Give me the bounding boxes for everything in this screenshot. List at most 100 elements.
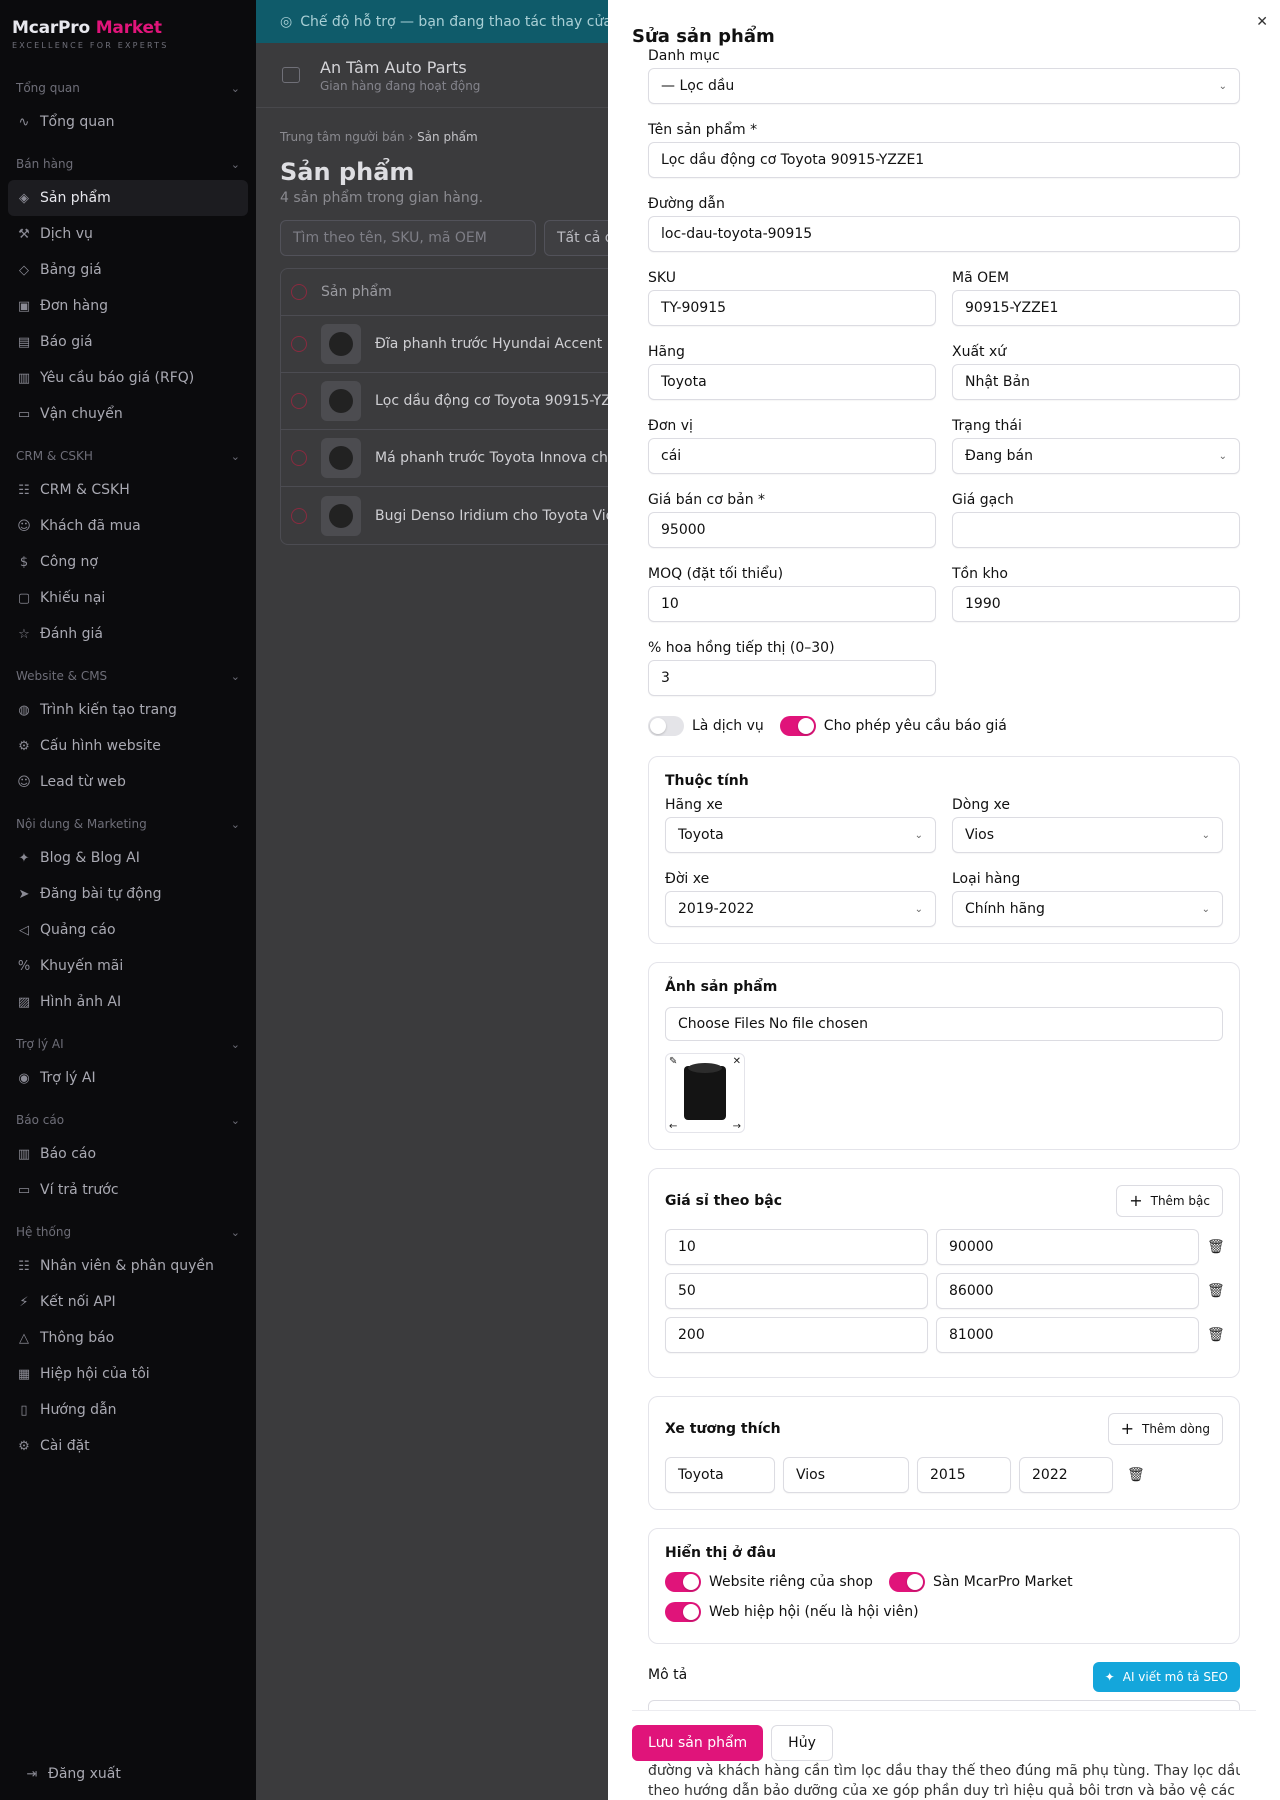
logout-button[interactable]: ⇥ Đăng xuất <box>16 1756 240 1792</box>
compat-from-input[interactable]: 2015 <box>917 1457 1011 1493</box>
moq-input[interactable]: 10 <box>648 586 936 622</box>
sidebar-toggle-icon[interactable] <box>282 67 300 83</box>
product-name-input[interactable]: Lọc dầu động cơ Toyota 90915-YZZE1 <box>648 142 1240 178</box>
sidebar-item[interactable]: ☺ Khách đã mua <box>8 508 248 544</box>
sidebar-item[interactable]: ☷ Nhân viên & phân quyền <box>8 1248 248 1284</box>
row-checkbox[interactable] <box>291 507 307 524</box>
sidebar-item[interactable]: △ Thông báo <box>8 1320 248 1356</box>
dollar-icon: $ <box>19 554 29 570</box>
trash-icon[interactable]: 🗑 <box>1207 1327 1225 1343</box>
car-year-select[interactable]: 2019-2022 ⌄ <box>665 891 936 927</box>
tier-price-input[interactable]: 81000 <box>936 1317 1199 1353</box>
sidebar-item[interactable]: ⚙ Cài đặt <box>8 1428 248 1464</box>
nav-group-header[interactable]: Báo cáo ⌄ <box>0 1104 256 1136</box>
sidebar-item[interactable]: ⚒ Dịch vụ <box>8 216 248 252</box>
affiliate-input[interactable]: 3 <box>648 660 936 696</box>
slug-input[interactable]: loc-dau-toyota-90915 <box>648 216 1240 252</box>
unit-input[interactable]: cái <box>648 438 936 474</box>
oem-input[interactable]: 90915-YZZE1 <box>952 290 1240 326</box>
sidebar-item[interactable]: ◍ Trình kiến tạo trang <box>8 692 248 728</box>
row-checkbox[interactable] <box>291 450 307 466</box>
tier-qty-input[interactable]: 10 <box>665 1229 928 1265</box>
sidebar-item[interactable]: ☷ CRM & CSKH <box>8 472 248 508</box>
strike-price-input[interactable] <box>952 512 1240 548</box>
sidebar-item[interactable]: ▦ Hiệp hội của tôi <box>8 1356 248 1392</box>
close-icon[interactable]: ✕ <box>1256 14 1268 30</box>
arrow-right-icon[interactable]: → <box>733 1121 741 1132</box>
chevron-down-icon: ⌄ <box>230 1037 240 1051</box>
tier-qty-input[interactable]: 200 <box>665 1317 928 1353</box>
nav-group-header[interactable]: Trợ lý AI ⌄ <box>0 1028 256 1060</box>
compat-to-input[interactable]: 2022 <box>1019 1457 1113 1493</box>
tier-qty-input[interactable]: 50 <box>665 1273 928 1309</box>
goods-type-select[interactable]: Chính hãng ⌄ <box>952 891 1223 927</box>
car-model-select[interactable]: Vios ⌄ <box>952 817 1223 853</box>
sidebar-item[interactable]: ▥ Báo cáo <box>8 1136 248 1172</box>
sidebar-item[interactable]: ∿ Tổng quan <box>8 104 248 140</box>
magic-wand-icon[interactable]: ✎ <box>669 1056 677 1067</box>
price-input[interactable]: 95000 <box>648 512 936 548</box>
sidebar-item[interactable]: ☺ Lead từ web <box>8 764 248 800</box>
trash-icon[interactable]: 🗑 <box>1207 1283 1225 1299</box>
arrow-left-icon[interactable]: ← <box>669 1121 677 1132</box>
sidebar-item[interactable]: ◉ Trợ lý AI <box>8 1060 248 1096</box>
nav-group-header[interactable]: Nội dung & Marketing ⌄ <box>0 808 256 840</box>
tier-price-input[interactable]: 86000 <box>936 1273 1199 1309</box>
nav-group-header[interactable]: Bán hàng ⌄ <box>0 148 256 180</box>
compat-make-input[interactable]: Toyota <box>665 1457 775 1493</box>
nav-group-header[interactable]: Hệ thống ⌄ <box>0 1216 256 1248</box>
choose-files-button[interactable]: Choose Files <box>678 1016 765 1032</box>
sidebar-item[interactable]: ⚙ Cấu hình website <box>8 728 248 764</box>
add-compat-row-button[interactable]: + Thêm dòng <box>1107 1413 1223 1445</box>
sidebar-item[interactable]: ▣ Đơn hàng <box>8 288 248 324</box>
sidebar-item[interactable]: ➤ Đăng bài tự động <box>8 876 248 912</box>
shop-site-toggle[interactable] <box>665 1572 701 1592</box>
sidebar-item[interactable]: ◇ Bảng giá <box>8 252 248 288</box>
ai-seo-description-button[interactable]: ✦ AI viết mô tả SEO <box>1092 1662 1240 1692</box>
brand-logo[interactable]: McarPro Market EXCELLENCE FOR EXPERTS <box>0 0 256 50</box>
add-tier-button[interactable]: + Thêm bậc <box>1116 1185 1223 1217</box>
save-product-button[interactable]: Lưu sản phẩm <box>632 1725 764 1761</box>
breadcrumb-seller-center[interactable]: Trung tâm người bán <box>280 130 405 144</box>
tier-price-input[interactable]: 90000 <box>936 1229 1199 1265</box>
nav-group-header[interactable]: Tổng quan ⌄ <box>0 72 256 104</box>
sidebar-item[interactable]: ▭ Vận chuyển <box>8 396 248 432</box>
origin-input[interactable]: Nhật Bản <box>952 364 1240 400</box>
trash-icon[interactable]: 🗑 <box>1127 1467 1145 1483</box>
select-all-checkbox[interactable] <box>291 284 307 300</box>
status-select[interactable]: Đang bán ⌄ <box>952 438 1240 474</box>
product-search-input[interactable]: Tìm theo tên, SKU, mã OEM <box>280 220 536 256</box>
cancel-button[interactable]: Hủy <box>771 1725 833 1761</box>
association-toggle[interactable] <box>665 1602 701 1622</box>
brand-input[interactable]: Toyota <box>648 364 936 400</box>
remove-image-icon[interactable]: ✕ <box>733 1056 741 1067</box>
car-make-select[interactable]: Toyota ⌄ <box>665 817 936 853</box>
row-checkbox[interactable] <box>291 393 307 409</box>
sidebar-item[interactable]: ◁ Quảng cáo <box>8 912 248 948</box>
sidebar-item[interactable]: ◈ Sản phẩm <box>8 180 248 216</box>
nav-group-header[interactable]: CRM & CSKH ⌄ <box>0 440 256 472</box>
sidebar-item[interactable]: ▥ Yêu cầu báo giá (RFQ) <box>8 360 248 396</box>
stock-input[interactable]: 1990 <box>952 586 1240 622</box>
sidebar-item[interactable]: % Khuyến mãi <box>8 948 248 984</box>
sidebar-item[interactable]: ✦ Blog & Blog AI <box>8 840 248 876</box>
sidebar-item[interactable]: ▯ Hướng dẫn <box>8 1392 248 1428</box>
compat-model-input[interactable]: Vios <box>783 1457 909 1493</box>
category-select[interactable]: — Lọc dầu ⌄ <box>648 68 1240 104</box>
file-input[interactable]: Choose Files No file chosen <box>665 1007 1223 1041</box>
sidebar-item[interactable]: ▤ Báo giá <box>8 324 248 360</box>
product-image-thumb[interactable]: ✎ ✕ ← → <box>665 1053 745 1133</box>
row-checkbox[interactable] <box>291 336 307 352</box>
sidebar-item[interactable]: ▨ Hình ảnh AI <box>8 984 248 1020</box>
is-service-toggle[interactable] <box>648 716 684 736</box>
sidebar-item[interactable]: ▭ Ví trả trước <box>8 1172 248 1208</box>
sidebar-item[interactable]: $ Công nợ <box>8 544 248 580</box>
sidebar-item[interactable]: ⚡ Kết nối API <box>8 1284 248 1320</box>
sku-input[interactable]: TY-90915 <box>648 290 936 326</box>
sidebar-item[interactable]: ☆ Đánh giá <box>8 616 248 652</box>
trash-icon[interactable]: 🗑 <box>1207 1239 1225 1255</box>
nav-group-header[interactable]: Website & CMS ⌄ <box>0 660 256 692</box>
sidebar-item[interactable]: ▢ Khiếu nại <box>8 580 248 616</box>
market-toggle[interactable] <box>888 1572 925 1592</box>
allow-rfq-toggle[interactable] <box>779 716 816 736</box>
